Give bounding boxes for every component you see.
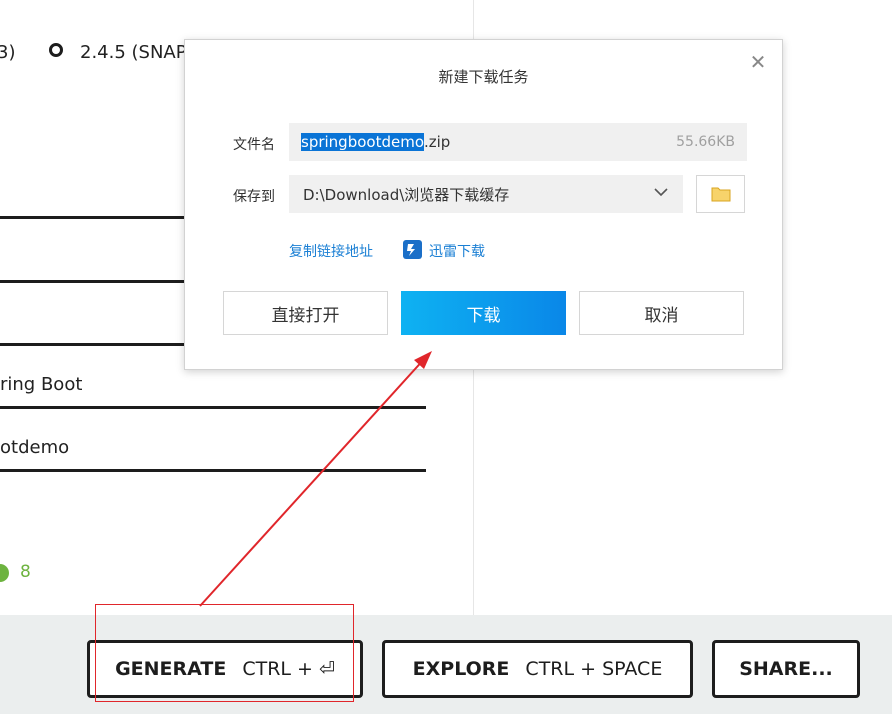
annotation-arrow [199, 351, 432, 607]
